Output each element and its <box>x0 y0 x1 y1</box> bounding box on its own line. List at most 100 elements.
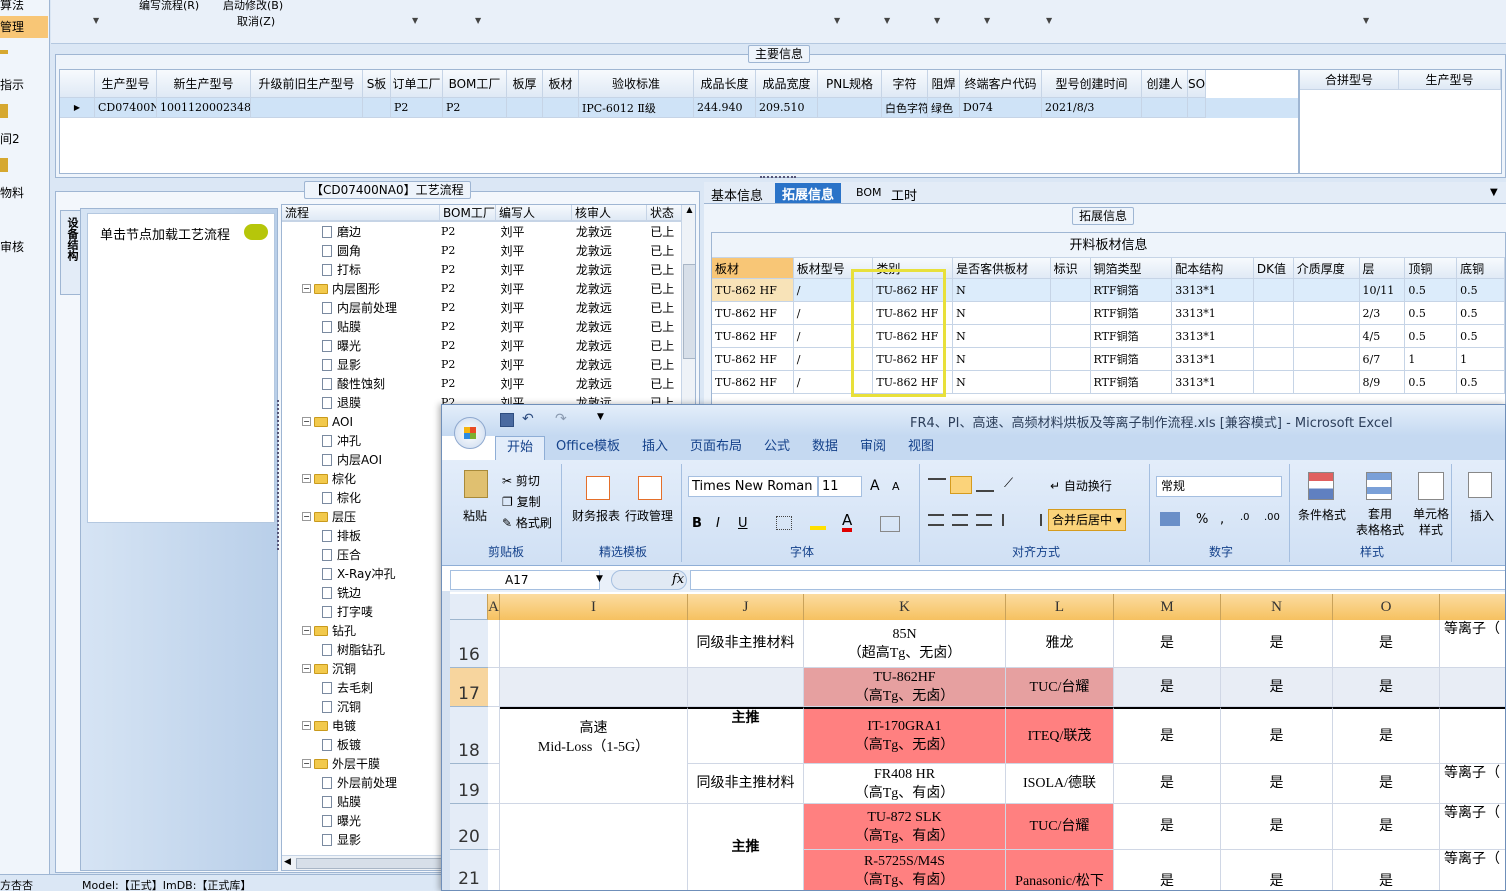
paste-button[interactable]: 粘贴 <box>463 507 487 524</box>
table-cell[interactable]: 3313*1 <box>1172 348 1254 371</box>
decrease-decimal-icon[interactable]: .00 <box>1264 512 1280 523</box>
font-color-icon[interactable]: A <box>842 513 853 532</box>
table-cell[interactable]: 4/5 <box>1359 325 1406 348</box>
dropdown-arrow-icon[interactable]: ▼ <box>934 16 940 25</box>
sheet-cell[interactable]: 雅龙 <box>1006 620 1114 668</box>
table-cell[interactable]: 8/9 <box>1359 371 1406 394</box>
sheet-cell[interactable]: 是 <box>1114 804 1221 850</box>
tree-node[interactable]: 圆角 <box>282 241 439 260</box>
tree-row[interactable]: 贴膜 P2 刘平 龙敦远 已上 <box>282 317 682 336</box>
collapse-icon[interactable]: − <box>302 284 311 293</box>
ribbon-tab[interactable]: 开始 <box>495 436 546 460</box>
table-cell[interactable]: RTF铜箔 <box>1090 348 1173 371</box>
table-cell[interactable]: N <box>953 371 1051 394</box>
col-header[interactable]: 介质厚度 <box>1293 258 1360 279</box>
table-cell[interactable]: P2 <box>443 98 507 118</box>
edit-flow-menu[interactable]: 编写流程(R) <box>139 0 199 13</box>
col-header[interactable]: 验收标准 <box>579 70 694 98</box>
sheet-cell[interactable] <box>488 764 500 804</box>
nav-item-material[interactable]: 物料 <box>0 184 24 201</box>
table-cell[interactable] <box>1188 98 1206 118</box>
row-header[interactable]: 20 <box>450 804 488 850</box>
scroll-thumb[interactable] <box>296 858 446 869</box>
sheet-cell[interactable]: Panasonic/松下 <box>1006 850 1114 890</box>
tab-extended-info[interactable]: 拓展信息 <box>775 183 842 203</box>
redo-icon[interactable]: ↷ <box>555 411 567 427</box>
qat-dropdown-icon[interactable]: ▼ <box>597 412 604 422</box>
table-cell[interactable]: 0.5 <box>1405 302 1458 325</box>
tree-node[interactable]: X-Ray冲孔 <box>282 564 439 583</box>
col-header[interactable]: 型号创建时间 <box>1042 70 1142 98</box>
office-button[interactable] <box>454 417 486 449</box>
table-cell[interactable] <box>543 98 579 118</box>
sheet-cell[interactable]: 是 <box>1333 668 1440 707</box>
table-cell[interactable]: 白色字符 <box>882 98 928 118</box>
table-cell[interactable] <box>507 98 543 118</box>
tree-node[interactable]: 退膜 <box>282 393 439 412</box>
col-header[interactable]: 状态 <box>647 205 685 221</box>
row-header[interactable]: 21 <box>450 850 488 890</box>
align-bottom-icon[interactable] <box>976 478 994 492</box>
tree-node[interactable]: 打字唛 <box>282 602 439 621</box>
column-header[interactable]: N <box>1221 594 1333 620</box>
table-row[interactable]: TU-862 HF / TU-862 HF N RTF铜箔 3313*1 8/9 0.5 0.5 <box>712 371 1505 394</box>
sheet-cell[interactable]: 是 <box>1333 707 1440 764</box>
sheet-cell[interactable]: 是 <box>1114 668 1221 707</box>
tree-node[interactable]: 曝光 <box>282 811 439 830</box>
tree-node[interactable]: 冲孔 <box>282 431 439 450</box>
tree-node[interactable]: 压合 <box>282 545 439 564</box>
table-cell[interactable] <box>1253 302 1294 325</box>
col-header[interactable]: 板厚 <box>507 70 543 98</box>
border-icon[interactable] <box>776 516 792 530</box>
row-header[interactable]: 18 <box>450 707 488 764</box>
sheet-cell[interactable]: FR408 HR （高Tg、有卤） <box>804 764 1006 804</box>
table-cell[interactable]: 3313*1 <box>1172 302 1254 325</box>
copy-button[interactable]: ❐ 复制 <box>502 493 541 510</box>
table-cell[interactable]: TU-862 HF <box>712 371 794 394</box>
sheet-cell[interactable]: 是 <box>1333 764 1440 804</box>
sheet-cell[interactable] <box>488 707 500 764</box>
col-header[interactable]: PNL规格 <box>818 70 882 98</box>
col-header[interactable]: SO <box>1188 70 1206 98</box>
table-cell[interactable]: N <box>953 348 1051 371</box>
col-header[interactable]: 生产型号 <box>95 70 157 98</box>
sheet-cell[interactable]: 是 <box>1333 804 1440 850</box>
tree-node[interactable]: 磨边 <box>282 222 439 241</box>
col-header[interactable]: BOM工厂 <box>440 205 496 221</box>
col-header[interactable]: 新生产型号 <box>157 70 251 98</box>
tree-node[interactable]: 沉铜 <box>282 697 439 716</box>
col-header[interactable]: S板 <box>363 70 391 98</box>
column-header[interactable]: K <box>804 594 1006 620</box>
col-header[interactable]: 终端客户代码 <box>960 70 1042 98</box>
sheet-cell[interactable]: 是 <box>1221 707 1333 764</box>
cut-button[interactable]: ✂ 剪切 <box>502 472 540 489</box>
paste-icon[interactable] <box>464 470 488 498</box>
grow-font-icon[interactable]: A <box>870 478 880 494</box>
table-row[interactable]: TU-862 HF / TU-862 HF N RTF铜箔 3313*1 2/3 0.5 0.5 <box>712 302 1505 325</box>
table-cell[interactable]: N <box>953 325 1051 348</box>
table-cell[interactable]: P2 <box>391 98 443 118</box>
sheet-cell[interactable]: 是 <box>1221 620 1333 668</box>
row-header[interactable]: 19 <box>450 764 488 804</box>
table-cell[interactable]: RTF铜箔 <box>1090 325 1173 348</box>
wrap-text-button[interactable]: ↵ 自动换行 <box>1050 477 1112 494</box>
table-cell[interactable] <box>1253 371 1294 394</box>
admin-button[interactable]: 行政管理 <box>625 507 673 524</box>
sheet-cell[interactable]: ISOLA/德联 <box>1006 764 1114 804</box>
sheet-cell[interactable] <box>488 850 500 890</box>
sheet-cell[interactable]: 等离子（ <box>1440 764 1505 804</box>
column-header[interactable]: I <box>500 594 688 620</box>
table-cell[interactable]: 10/11 <box>1359 279 1406 302</box>
insert-function-button[interactable]: fx <box>672 572 684 587</box>
col-header[interactable]: 板材 <box>712 258 794 279</box>
ribbon-tab[interactable]: 插入 <box>631 436 679 460</box>
column-header[interactable]: A <box>488 594 500 620</box>
table-cell[interactable]: 10011200023486 <box>157 98 251 118</box>
table-cell[interactable]: N <box>953 279 1051 302</box>
merge-center-button[interactable]: 合并后居中 ▾ <box>1048 509 1126 531</box>
tree-node[interactable]: 曝光 <box>282 336 439 355</box>
sheet-cell[interactable]: 主推 <box>688 707 804 764</box>
table-cell[interactable] <box>1293 302 1360 325</box>
collapse-icon[interactable]: − <box>302 474 311 483</box>
sheet-cell[interactable] <box>1440 668 1505 707</box>
